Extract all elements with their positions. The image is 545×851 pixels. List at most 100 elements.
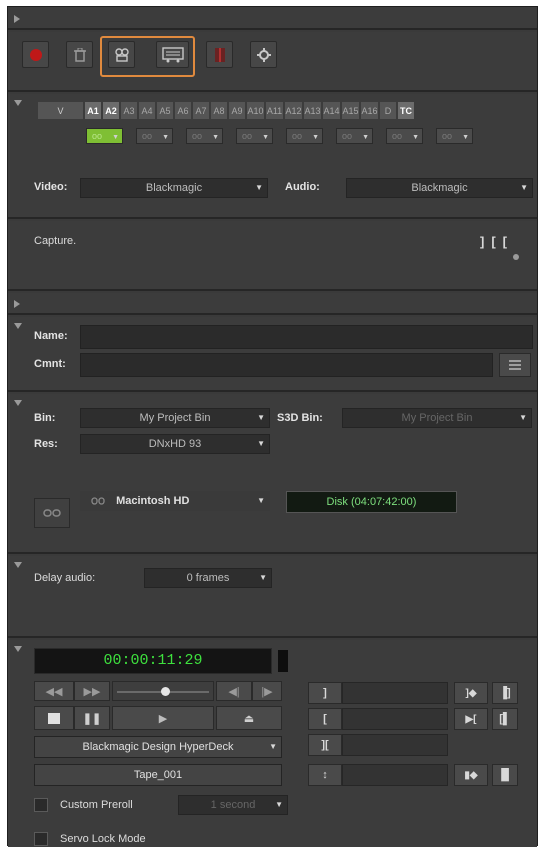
collapse-triangle-icon[interactable]	[14, 323, 22, 329]
expand-triangle-icon[interactable]	[14, 300, 20, 308]
step-back-icon: ◀|	[228, 685, 240, 698]
audio-monitor-button[interactable]: oo ▼	[86, 128, 123, 144]
top-collapsed-bar[interactable]	[8, 7, 537, 30]
track-a9[interactable]: A9	[229, 102, 246, 119]
collapsed-bar[interactable]	[8, 293, 537, 315]
target-disk-dropdown[interactable]: Macintosh HD ▼	[80, 491, 270, 511]
capture-mode-icon	[114, 47, 129, 62]
mark-in-out-icon[interactable]: ][[	[480, 234, 514, 249]
bin-dropdown[interactable]: My Project Bin ▼	[80, 408, 270, 428]
track-a8[interactable]: A8	[211, 102, 228, 119]
video-source-dropdown[interactable]: Blackmagic ▼	[80, 178, 268, 198]
go-to-in-button[interactable]: ▶[	[454, 708, 488, 730]
track-a13[interactable]: A13	[304, 102, 322, 119]
chevron-down-icon: ▼	[112, 134, 119, 141]
track-a6[interactable]: A6	[175, 102, 192, 119]
track-a7[interactable]: A7	[193, 102, 210, 119]
audio-monitor-button[interactable]: oo ▼	[186, 128, 223, 144]
track-a15[interactable]: A15	[342, 102, 360, 119]
servo-lock-checkbox[interactable]	[34, 832, 48, 846]
deck-dropdown[interactable]: Blackmagic Design HyperDeck ▼	[34, 736, 282, 758]
go-to-cue-button[interactable]: ▮◆	[454, 764, 488, 786]
servo-lock-label: Servo Lock Mode	[60, 833, 146, 845]
comment-list-button[interactable]	[499, 353, 531, 377]
track-a10[interactable]: A10	[247, 102, 265, 119]
tape-name-field[interactable]: Tape_001	[34, 764, 282, 786]
fast-forward-button[interactable]: ▶▶	[74, 681, 110, 701]
track-a14[interactable]: A14	[323, 102, 341, 119]
collapse-triangle-icon[interactable]	[14, 100, 22, 106]
track-a16[interactable]: A16	[361, 102, 379, 119]
collapse-triangle-icon[interactable]	[14, 646, 22, 652]
step-forward-button[interactable]: |▶	[252, 681, 282, 701]
collapse-triangle-icon[interactable]	[14, 562, 22, 568]
delay-audio-label: Delay audio:	[34, 572, 96, 584]
chevron-down-icon: ▼	[519, 413, 527, 422]
play-button[interactable]: ▶	[112, 706, 214, 730]
shuttle-slider[interactable]	[112, 681, 214, 701]
track-a1[interactable]: A1	[85, 102, 102, 119]
track-a12[interactable]: A12	[285, 102, 303, 119]
audio-monitor-button[interactable]: oo ▼	[336, 128, 373, 144]
slider-thumb[interactable]	[161, 687, 170, 696]
record-icon	[29, 48, 42, 61]
expand-triangle-icon[interactable]	[14, 15, 20, 23]
clear-in-button[interactable]: [▌	[492, 708, 518, 730]
track-tc[interactable]: TC	[398, 102, 415, 119]
go-to-out-button[interactable]: ]◆	[454, 682, 488, 704]
marker-button[interactable]	[206, 41, 233, 68]
record-button[interactable]	[22, 41, 49, 68]
step-back-button[interactable]: ◀|	[216, 681, 252, 701]
track-a5[interactable]: A5	[157, 102, 174, 119]
comment-input[interactable]	[80, 353, 493, 377]
stop-button[interactable]	[34, 706, 74, 730]
chevron-down-icon: ▼	[312, 134, 319, 141]
capture-mode-button[interactable]	[108, 41, 135, 68]
track-a3[interactable]: A3	[121, 102, 138, 119]
s3d-bin-label: S3D Bin:	[277, 412, 323, 424]
custom-preroll-label: Custom Preroll	[60, 799, 133, 811]
stop-icon	[48, 712, 60, 724]
duration-timecode	[342, 734, 448, 756]
custom-preroll-checkbox[interactable]	[34, 798, 48, 812]
audio-source-dropdown[interactable]: Blackmagic ▼	[346, 178, 533, 198]
preroll-value: 1 second	[210, 799, 256, 811]
track-a4[interactable]: A4	[139, 102, 156, 119]
collapse-triangle-icon[interactable]	[14, 400, 22, 406]
track-d[interactable]: D	[380, 102, 397, 119]
pause-button[interactable]: ❚❚	[74, 706, 110, 730]
trash-button[interactable]	[66, 41, 93, 68]
audio-monitor-button[interactable]: oo ▼	[236, 128, 273, 144]
mark-in-button[interactable]: [	[308, 708, 342, 730]
mark-out-button[interactable]: ]	[308, 682, 342, 704]
capture-tool-panel: V A1 A2 A3 A4 A5 A6 A7 A8 A9 A10 A11 A12 A13 A14 A15 A16…	[7, 6, 538, 847]
log-mode-button[interactable]	[156, 41, 189, 68]
clear-cue-button[interactable]: ▐▌	[492, 764, 518, 786]
res-dropdown[interactable]: DNxHD 93 ▼	[80, 434, 270, 454]
preroll-dropdown[interactable]: 1 second ▼	[178, 795, 288, 815]
comment-label: Cmnt:	[34, 358, 66, 370]
capture-section: Capture. ][[	[8, 221, 537, 291]
track-a11[interactable]: A11	[266, 102, 284, 119]
chevron-down-icon: ▼	[212, 134, 219, 141]
settings-button[interactable]	[250, 41, 277, 68]
play-icon: ▶	[158, 712, 168, 725]
audio-monitor-button[interactable]: oo ▼	[386, 128, 423, 144]
delay-audio-dropdown[interactable]: 0 frames ▼	[144, 568, 272, 588]
duration-button[interactable]: ][	[308, 734, 342, 756]
audio-monitor-button[interactable]: oo ▼	[136, 128, 173, 144]
toolbar	[8, 32, 537, 92]
audio-monitor-button[interactable]: oo ▼	[436, 128, 473, 144]
track-v[interactable]: V	[38, 102, 84, 119]
track-a2[interactable]: A2	[103, 102, 120, 119]
clear-out-button[interactable]: ▐]	[492, 682, 518, 704]
name-input[interactable]	[80, 325, 533, 349]
eject-button[interactable]: ⏏	[216, 706, 282, 730]
list-icon	[509, 360, 521, 370]
clear-out-icon: ▐]	[499, 687, 511, 699]
audio-monitor-button[interactable]: oo ▼	[286, 128, 323, 144]
cue-button[interactable]: ↕	[308, 764, 342, 786]
s3d-bin-dropdown[interactable]: My Project Bin ▼	[342, 408, 532, 428]
rewind-button[interactable]: ◀◀	[34, 681, 74, 701]
disk-link-button[interactable]	[34, 498, 70, 528]
